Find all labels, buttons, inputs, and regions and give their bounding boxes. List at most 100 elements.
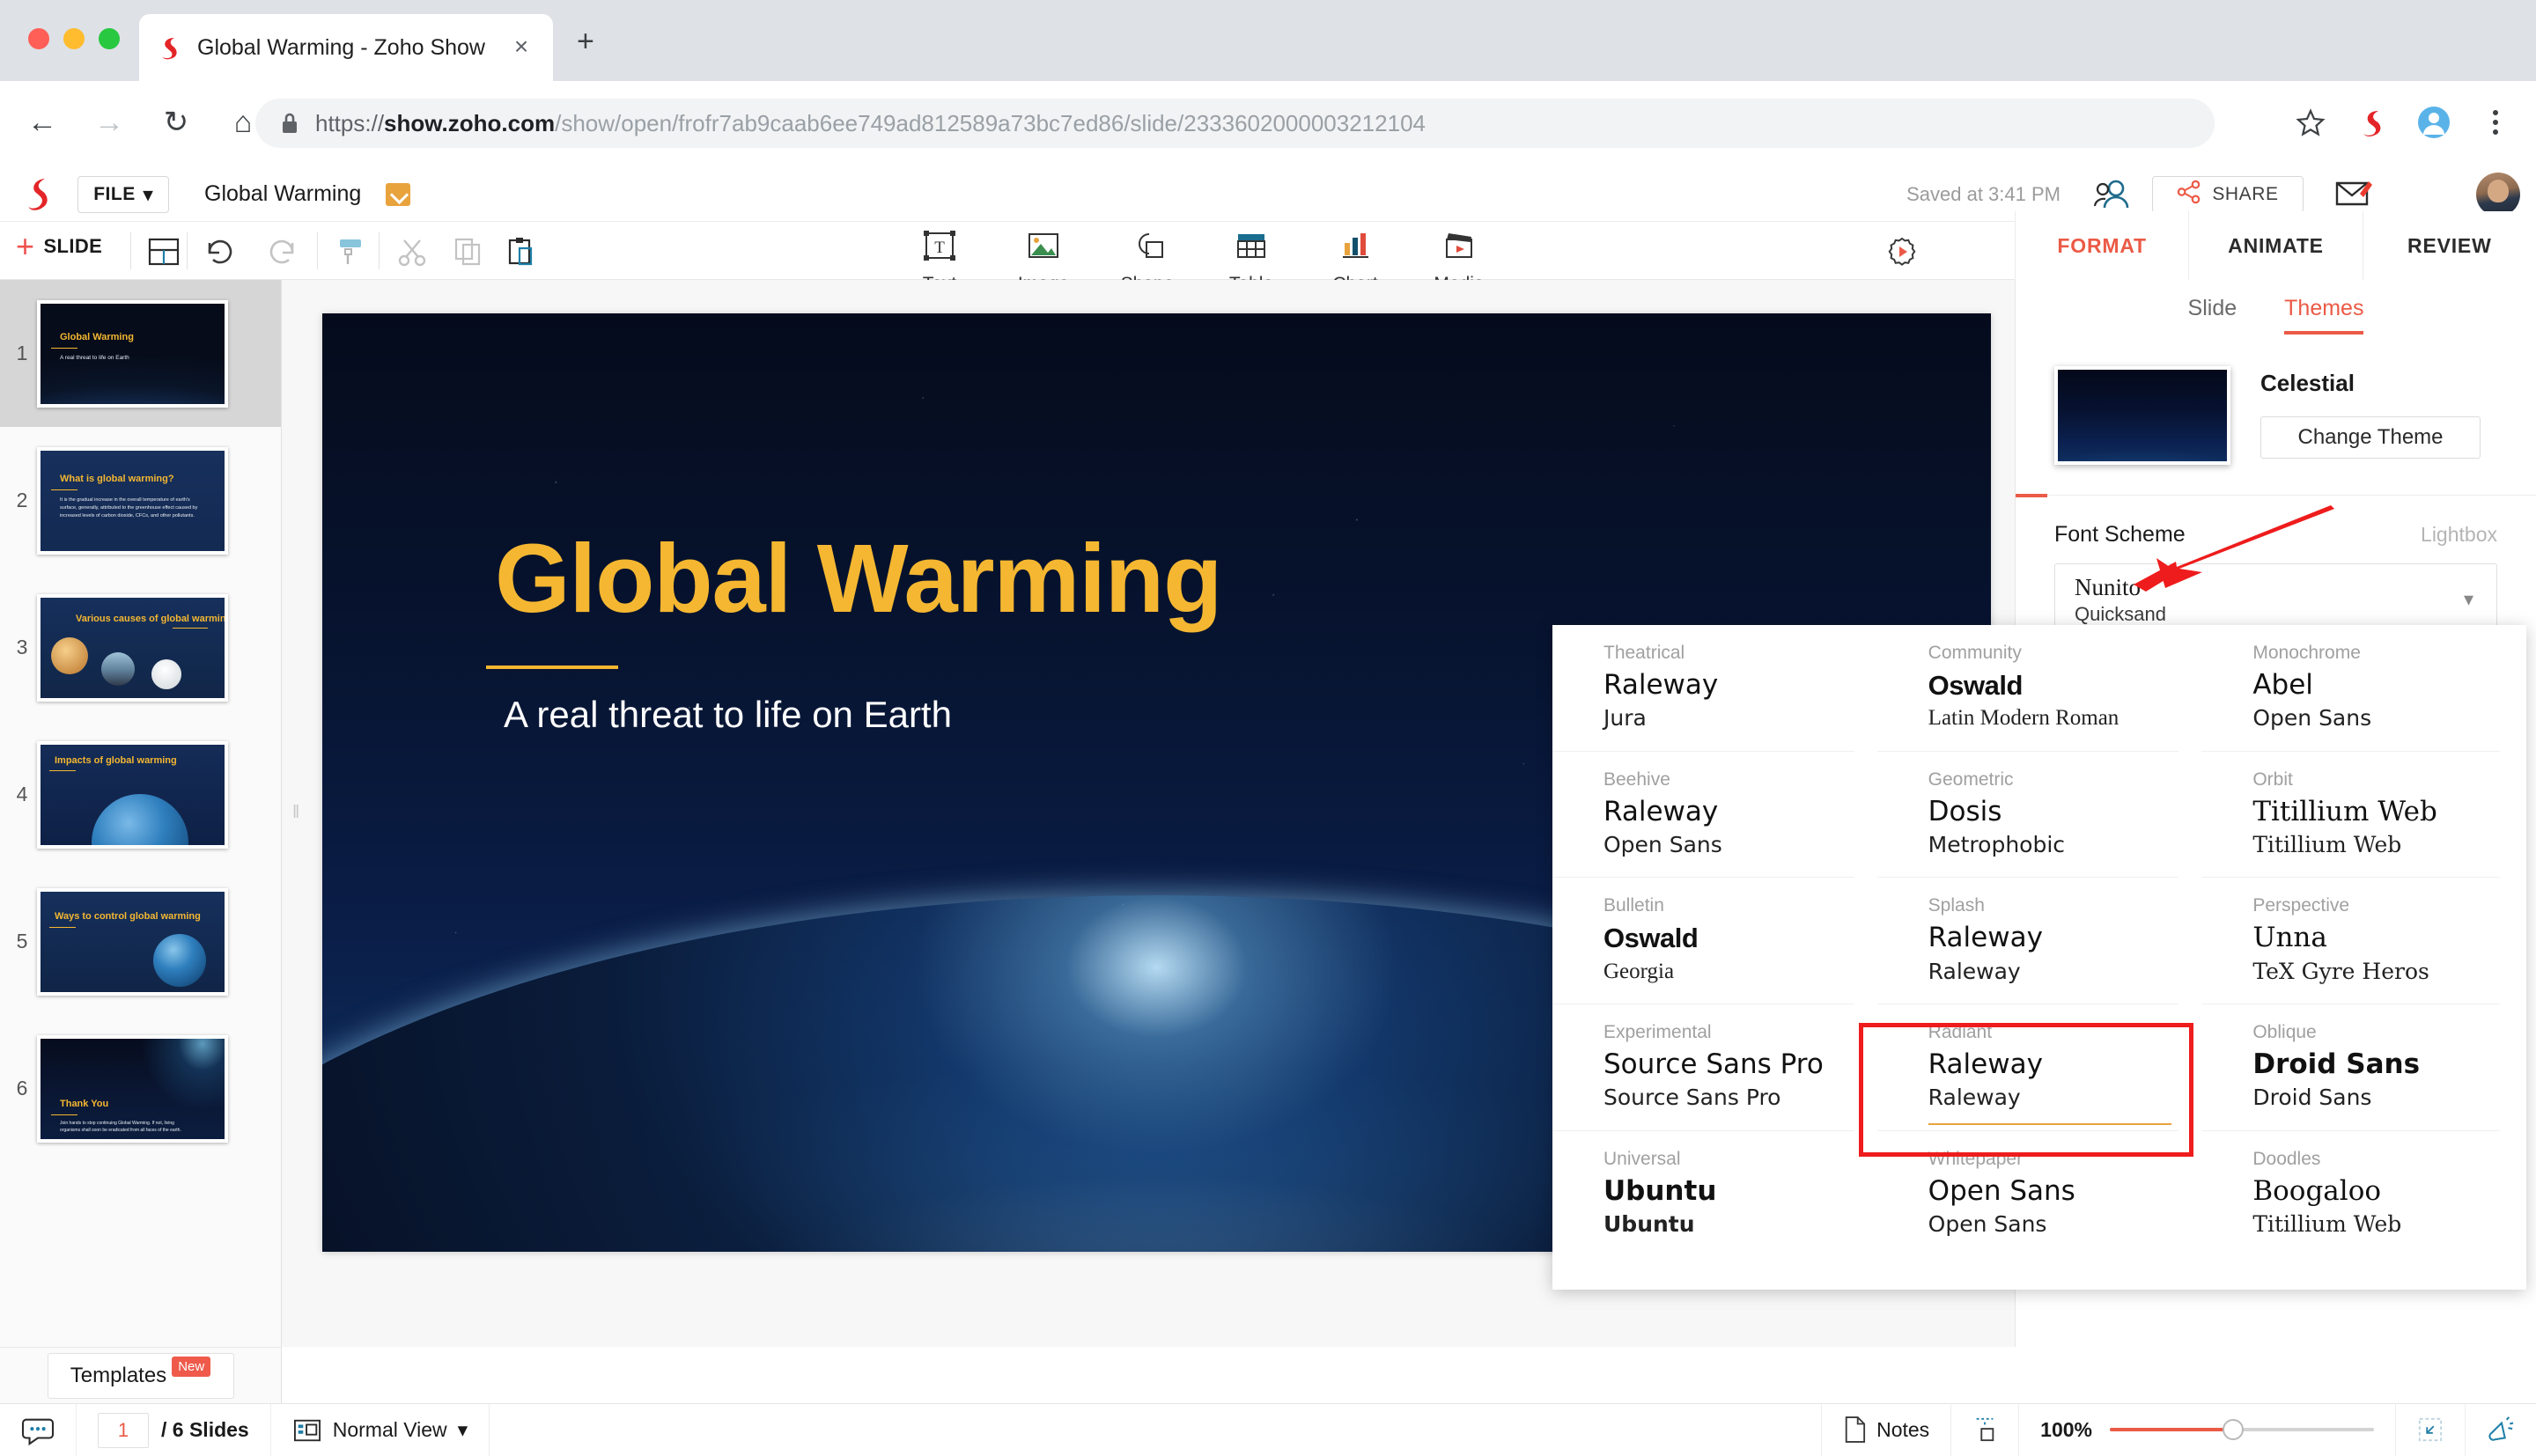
font-scheme-option-splash[interactable]: Splash Raleway Raleway [1877, 878, 2179, 1004]
slide-thumbnail-3[interactable]: 3 Various causes of global warming [0, 574, 281, 721]
font-scheme-option-oblique[interactable]: Oblique Droid Sans Droid Sans [2201, 1004, 2500, 1131]
font-scheme-option-doodles[interactable]: Doodles Boogaloo Titillium Web [2201, 1131, 2500, 1257]
subtab-themes[interactable]: Themes [2284, 296, 2363, 335]
font-scheme-option-perspective[interactable]: Perspective Unna TeX Gyre Heros [2201, 878, 2500, 1004]
slide-thumbnail-2[interactable]: 2 What is global warming? It is the grad… [0, 427, 281, 574]
font-scheme-option-community[interactable]: Community Oswald Latin Modern Roman [1877, 625, 2179, 752]
slide-thumbnail-4[interactable]: 4 Impacts of global warming [0, 721, 281, 868]
font-scheme-option-orbit[interactable]: Orbit Titillium Web Titillium Web [2201, 752, 2500, 879]
chevron-down-icon: ▾ [144, 184, 153, 206]
font-scheme-option-beehive[interactable]: Beehive Raleway Open Sans [1552, 752, 1854, 879]
lightbox-label[interactable]: Lightbox [2421, 523, 2497, 547]
presentation-settings-icon[interactable] [1884, 234, 1920, 269]
chevron-down-icon[interactable]: ▾ [2464, 588, 2473, 611]
current-slide-input[interactable]: 1 [98, 1413, 149, 1448]
theme-preview-thumbnail[interactable] [2054, 366, 2230, 465]
current-theme-block: Celestial Change Theme [2016, 335, 2536, 465]
thumb-rule [51, 348, 77, 349]
user-avatar[interactable] [2476, 173, 2520, 217]
compose-note-icon[interactable] [2333, 178, 2372, 210]
subtab-slide[interactable]: Slide [2188, 296, 2237, 335]
slide-thumbnail-panel[interactable]: 1 Global Warming A real threat to life o… [0, 280, 282, 1347]
thumb-image-3 [151, 659, 181, 689]
font-scheme-option-experimental[interactable]: Experimental Source Sans Pro Source Sans… [1552, 1004, 1854, 1131]
zoho-extension-icon[interactable] [2355, 105, 2390, 140]
font-scheme-option-geometric[interactable]: Geometric Dosis Metrophobic [1877, 752, 2179, 879]
scheme-secondary-font: Metrophobic [1928, 831, 2179, 860]
slide-thumbnail-5[interactable]: 5 Ways to control global warming [0, 868, 281, 1015]
font-scheme-option-universal[interactable]: Universal Ubuntu Ubuntu [1552, 1131, 1854, 1257]
address-bar-input[interactable]: https://show.zoho.com/show/open/frofr7ab… [255, 99, 2215, 148]
zoom-level-label: 100% [2040, 1418, 2092, 1442]
slide-preview: Impacts of global warming [37, 741, 228, 849]
font-scheme-dropdown[interactable]: Theatrical Raleway Jura Beehive Raleway … [1552, 625, 2526, 1290]
format-painter-icon [333, 236, 368, 268]
profile-avatar-icon[interactable] [2416, 105, 2451, 140]
view-mode-selector[interactable]: Normal View ▾ [271, 1404, 490, 1456]
notes-button[interactable]: Notes [1821, 1403, 1951, 1456]
chevron-down-icon[interactable]: ▾ [458, 1418, 468, 1442]
zoho-show-favicon-icon [157, 34, 183, 61]
scheme-secondary-font: Jura [1603, 704, 1854, 733]
slide-thumbnail-6[interactable]: 6 Thank You Join hands to stop continuin… [0, 1015, 281, 1162]
slide-thumbnail-1[interactable]: 1 Global Warming A real threat to life o… [0, 280, 281, 427]
slide-title-text[interactable]: Global Warming [495, 523, 1221, 635]
font-scheme-option-theatrical[interactable]: Theatrical Raleway Jura [1552, 625, 1854, 752]
paste-icon[interactable] [504, 236, 539, 268]
font-scheme-column-1: Theatrical Raleway Jura Beehive Raleway … [1552, 625, 1877, 1290]
collaborators-icon[interactable] [2092, 178, 2129, 210]
tab-format[interactable]: FORMAT [2015, 211, 2188, 280]
slide-number: 2 [7, 489, 37, 512]
font-scheme-option-radiant[interactable]: Radiant Raleway Raleway [1877, 1004, 2179, 1131]
zoom-slider-handle[interactable] [2223, 1419, 2244, 1440]
undo-icon[interactable] [203, 236, 238, 268]
tab-review[interactable]: REVIEW [2363, 211, 2536, 280]
fit-to-screen-button[interactable] [2395, 1403, 2466, 1456]
saved-status: Saved at 3:41 PM [1906, 183, 2060, 206]
close-tab-icon[interactable]: × [507, 33, 535, 62]
theme-meta: Celestial Change Theme [2260, 366, 2481, 459]
font-scheme-option-whitepaper[interactable]: Whitepaper Open Sans Open Sans [1877, 1131, 2179, 1257]
slide-subtitle-text[interactable]: A real threat to life on Earth [504, 694, 952, 736]
presenter-layout-button[interactable] [1951, 1403, 2019, 1456]
scheme-name: Whitepaper [1928, 1149, 2179, 1170]
scheme-name: Bulletin [1603, 895, 1854, 916]
window-controls[interactable] [28, 28, 120, 49]
zoom-control[interactable]: 100% [2019, 1403, 2395, 1456]
font-scheme-option-bulletin[interactable]: Bulletin Oswald Georgia [1552, 878, 1854, 1004]
document-saved-badge-icon [386, 183, 410, 206]
scheme-name: Community [1928, 643, 2179, 664]
tab-animate[interactable]: ANIMATE [2188, 211, 2362, 280]
panel-resize-handle[interactable]: ‖ [292, 803, 299, 824]
change-theme-button[interactable]: Change Theme [2260, 416, 2481, 459]
maximize-window-button[interactable] [99, 28, 120, 49]
zoho-logo-icon[interactable] [23, 176, 55, 211]
thumb-title: What is global warming? [60, 474, 174, 484]
document-title[interactable]: Global Warming [204, 181, 361, 207]
url-host: show.zoho.com [384, 110, 555, 136]
browser-tab[interactable]: Global Warming - Zoho Show × [139, 14, 553, 81]
slide-title-rule [486, 665, 618, 669]
browser-chrome: Global Warming - Zoho Show × + [0, 0, 2536, 81]
browser-menu-icon[interactable] [2478, 105, 2513, 140]
reload-icon[interactable]: ↻ [151, 98, 201, 147]
layout-icon[interactable] [146, 236, 181, 268]
new-tab-button[interactable]: + [577, 26, 594, 56]
bookmark-star-icon[interactable] [2293, 105, 2328, 140]
templates-button[interactable]: Templates New [48, 1353, 234, 1399]
share-button[interactable]: SHARE [2152, 176, 2304, 213]
font-scheme-option-monochrome[interactable]: Monochrome Abel Open Sans [2201, 625, 2500, 752]
thumb-title: Global Warming [60, 332, 134, 342]
add-slide-button[interactable]: + SLIDE [16, 234, 102, 259]
theme-name: Celestial [2260, 370, 2481, 397]
back-icon[interactable]: ← [18, 98, 67, 147]
announcements-button[interactable] [2466, 1403, 2536, 1456]
scheme-name: Monochrome [2252, 643, 2500, 664]
file-menu-button[interactable]: FILE ▾ [77, 176, 169, 213]
zoom-slider[interactable] [2110, 1428, 2374, 1431]
toolbar-divider [379, 232, 380, 269]
close-window-button[interactable] [28, 28, 49, 49]
comments-button[interactable] [0, 1404, 77, 1456]
minimize-window-button[interactable] [63, 28, 85, 49]
thumb-subtitle: A real threat to life on Earth [60, 354, 205, 364]
